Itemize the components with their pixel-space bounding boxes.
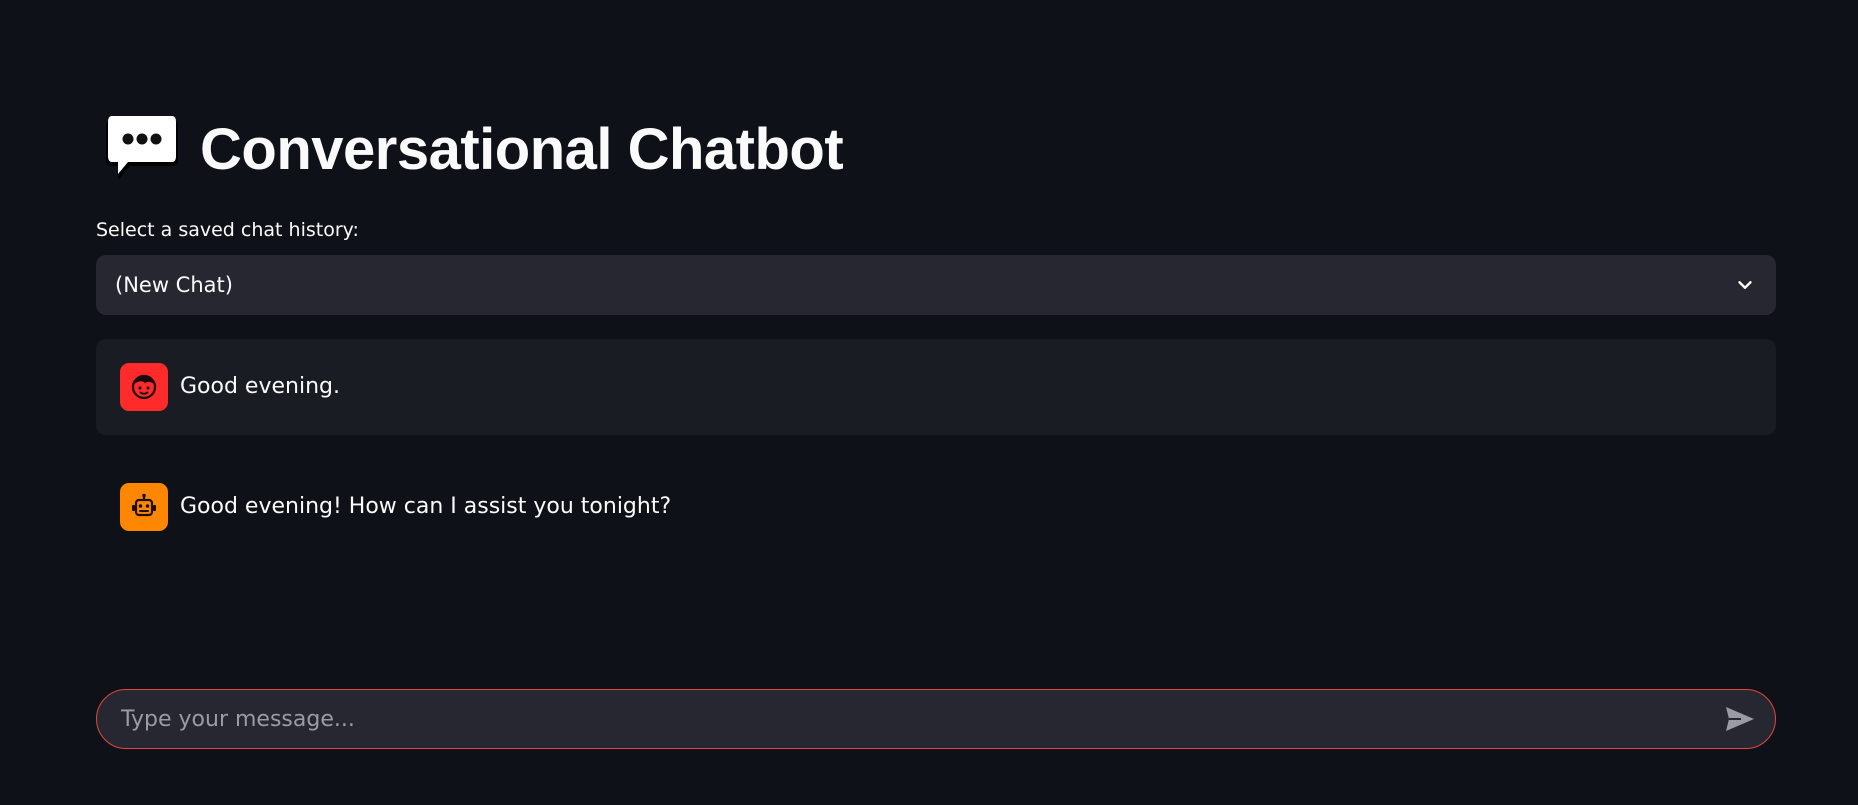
user-avatar (120, 363, 168, 411)
chevron-down-icon (1738, 281, 1752, 289)
title-row: Conversational Chatbot (104, 112, 844, 188)
user-face-icon (131, 374, 157, 400)
page-title: Conversational Chatbot (200, 117, 844, 182)
send-button[interactable] (1723, 703, 1757, 735)
message-text: Good evening! How can I assist you tonig… (180, 494, 672, 519)
send-icon (1726, 707, 1754, 731)
chat-message-user: Good evening. (96, 339, 1776, 435)
chat-message-assistant: Good evening! How can I assist you tonig… (96, 459, 1776, 555)
speech-balloon-icon (106, 116, 178, 180)
message-text: Good evening. (180, 374, 340, 399)
history-select-label: Select a saved chat history: (96, 219, 359, 241)
assistant-avatar (120, 483, 168, 531)
chat-message-input[interactable] (121, 690, 1681, 748)
chat-input-container (96, 689, 1776, 749)
history-select[interactable]: (New Chat) (96, 255, 1776, 315)
history-select-value: (New Chat) (115, 273, 233, 297)
main-content: Conversational Chatbot Select a saved ch… (96, 0, 1776, 805)
robot-face-icon (132, 493, 156, 517)
